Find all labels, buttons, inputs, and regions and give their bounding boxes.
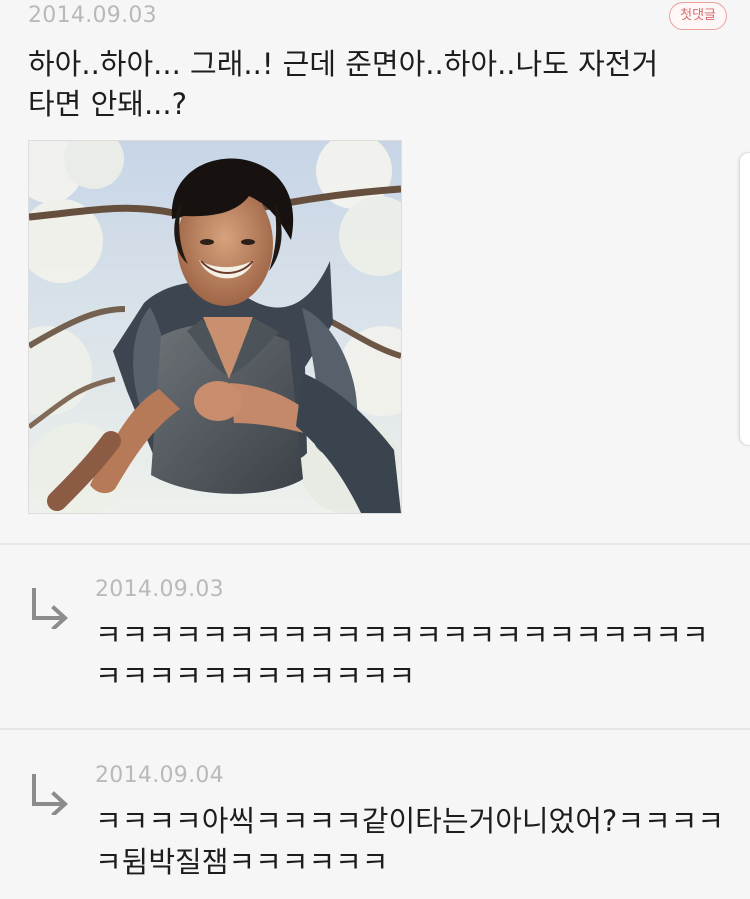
reply-comment-2: 2014.09.04 ㅋㅋㅋㅋ아씩ㅋㅋㅋㅋ같이타는거아니었어?ㅋㅋㅋㅋㅋ뒴박질잼… [0,763,750,899]
reply-arrow-icon [32,774,68,815]
comment-image[interactable] [28,140,402,514]
first-comment-badge: 첫댓글 [669,2,727,30]
reply-date: 2014.09.04 [95,763,224,788]
original-comment: 2014.09.03 첫댓글 하아..하아... 그래..! 근데 준면아..하… [0,0,750,543]
divider [0,543,750,545]
reply-arrow-icon [32,588,68,629]
reply-text: ㅋㅋㅋㅋㅋㅋㅋㅋㅋㅋㅋㅋㅋㅋㅋㅋㅋㅋㅋㅋㅋㅋㅋㅋㅋㅋㅋㅋㅋㅋㅋㅋㅋㅋㅋ [95,618,709,693]
comment-text: 하아..하아... 그래..! 근데 준면아..하아..나도 자전거 타면 안돼… [28,47,659,121]
comment-date: 2014.09.03 [28,3,157,28]
reply-comment-1: 2014.09.03 ㅋㅋㅋㅋㅋㅋㅋㅋㅋㅋㅋㅋㅋㅋㅋㅋㅋㅋㅋㅋㅋㅋㅋㅋㅋㅋㅋㅋㅋ… [0,577,750,727]
comment-thread: 2014.09.03 첫댓글 하아..하아... 그래..! 근데 준면아..하… [0,0,750,899]
scrollbar-handle[interactable] [739,152,750,446]
divider [0,728,750,730]
reply-date: 2014.09.03 [95,577,224,602]
reply-text: ㅋㅋㅋㅋ아씩ㅋㅋㅋㅋ같이타는거아니었어?ㅋㅋㅋㅋㅋ뒴박질잼ㅋㅋㅋㅋㅋㅋ [95,804,725,879]
running-man-photo [29,141,401,513]
